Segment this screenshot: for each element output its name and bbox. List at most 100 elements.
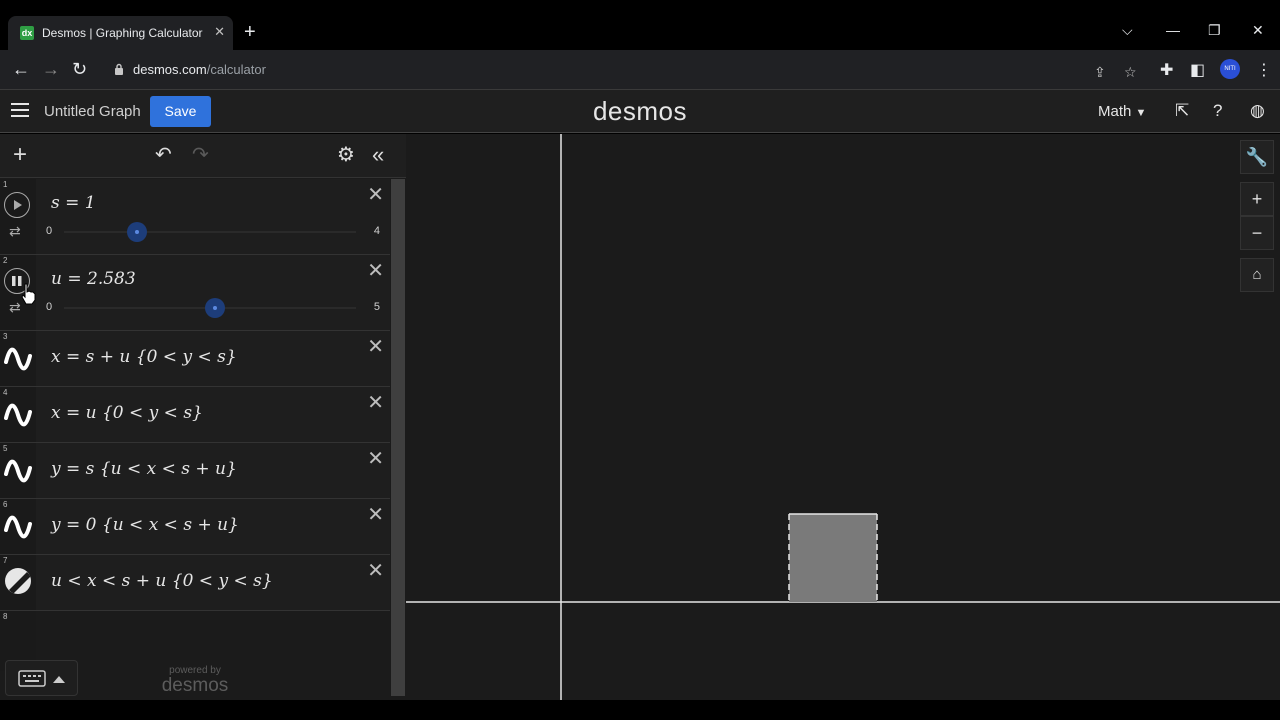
expression-body[interactable]: x = s + u {0 < y < s} ✕ bbox=[36, 331, 390, 386]
expression-gutter: 6 bbox=[0, 499, 36, 554]
zoom-in-icon[interactable]: + bbox=[1240, 182, 1274, 216]
filled-square-region[interactable] bbox=[789, 514, 877, 602]
expression-math[interactable]: y = s {u < x < s + u} bbox=[51, 459, 237, 479]
browser-tab[interactable]: dx Desmos | Graphing Calculator ✕ bbox=[8, 16, 233, 50]
browser-tab-strip: dx Desmos | Graphing Calculator ✕ + ⌵ — … bbox=[0, 0, 1280, 50]
expression-body[interactable]: y = s {u < x < s + u} ✕ bbox=[36, 443, 390, 498]
forward-icon[interactable]: → bbox=[42, 59, 60, 79]
expression-gutter: 1 ⇄ bbox=[0, 179, 36, 254]
keyboard-icon bbox=[18, 670, 46, 687]
expression-panel: + ↶ ↷ ⚙ « 1 ⇄ s = 1 ✕ 0 4 2 ⇄ u = 2.583 … bbox=[0, 134, 406, 700]
expression-row[interactable]: 6 y = 0 {u < x < s + u} ✕ bbox=[0, 499, 390, 555]
address-bar[interactable]: desmos.com/calculator ⇪ ☆ bbox=[104, 55, 1154, 85]
delete-expression-icon[interactable]: ✕ bbox=[367, 185, 384, 205]
expression-row[interactable]: 7 u < x < s + u {0 < y < s} ✕ bbox=[0, 555, 390, 611]
browser-toolbar: ← → ↻ desmos.com/calculator ⇪ ☆ ✚ ◧ NITI… bbox=[0, 50, 1280, 90]
math-menu-dropdown[interactable]: Math ▼ bbox=[1098, 103, 1146, 120]
expression-math[interactable]: u < x < s + u {0 < y < s} bbox=[51, 571, 273, 591]
bookmark-star-icon[interactable]: ☆ bbox=[1124, 64, 1137, 81]
expression-row[interactable]: 1 ⇄ s = 1 ✕ 0 4 bbox=[0, 179, 390, 255]
slider-max[interactable]: 4 bbox=[374, 225, 380, 237]
expression-math[interactable]: u = 2.583 bbox=[51, 269, 136, 289]
expression-body[interactable]: x = u {0 < y < s} ✕ bbox=[36, 387, 390, 442]
url-path: /calculator bbox=[206, 62, 266, 77]
loop-icon[interactable]: ⇄ bbox=[9, 223, 21, 240]
restore-icon[interactable]: ❐ bbox=[1208, 22, 1221, 39]
share-graph-icon[interactable]: ⇱ bbox=[1175, 101, 1189, 121]
expression-math[interactable]: y = 0 {u < x < s + u} bbox=[51, 515, 239, 535]
graph-settings-wrench-icon[interactable]: 🔧 bbox=[1240, 140, 1274, 174]
profile-avatar[interactable]: NITI bbox=[1220, 59, 1240, 79]
settings-gear-icon[interactable]: ⚙ bbox=[337, 145, 355, 165]
expression-math[interactable]: s = 1 bbox=[51, 193, 96, 213]
minimize-icon[interactable]: — bbox=[1166, 22, 1180, 38]
url-host: desmos.com bbox=[133, 62, 207, 77]
slider-max[interactable]: 5 bbox=[374, 301, 380, 313]
expression-scrollbar[interactable] bbox=[390, 179, 406, 700]
screen-bottom-edge bbox=[0, 700, 1280, 720]
side-panel-icon[interactable]: ◧ bbox=[1190, 60, 1205, 80]
zoom-out-icon[interactable]: − bbox=[1240, 216, 1274, 250]
slider-min[interactable]: 0 bbox=[46, 301, 52, 313]
curve-style-icon[interactable] bbox=[3, 344, 33, 374]
expression-index: 5 bbox=[3, 444, 8, 453]
expression-gutter: 5 bbox=[0, 443, 36, 498]
add-item-icon[interactable]: + bbox=[13, 143, 27, 167]
math-menu-label: Math bbox=[1098, 103, 1132, 120]
expression-index: 4 bbox=[3, 388, 8, 397]
extensions-icon[interactable]: ✚ bbox=[1160, 60, 1173, 80]
expression-index: 2 bbox=[3, 256, 8, 265]
desmos-logo: desmos bbox=[592, 96, 688, 126]
window-close-icon[interactable]: ✕ bbox=[1252, 22, 1264, 39]
slider-track[interactable] bbox=[64, 231, 356, 233]
slider-handle[interactable] bbox=[204, 298, 225, 318]
expression-index: 7 bbox=[3, 556, 8, 565]
delete-expression-icon[interactable]: ✕ bbox=[367, 449, 384, 469]
url-text: desmos.com/calculator bbox=[133, 62, 266, 77]
region-fill-icon[interactable] bbox=[5, 568, 31, 594]
curve-style-icon[interactable] bbox=[3, 512, 33, 542]
delete-expression-icon[interactable]: ✕ bbox=[367, 505, 384, 525]
expression-body[interactable]: u = 2.583 ✕ 0 5 bbox=[36, 255, 390, 330]
expression-row[interactable]: 3 x = s + u {0 < y < s} ✕ bbox=[0, 331, 390, 387]
default-viewport-home-icon[interactable]: ⌂ bbox=[1240, 258, 1274, 292]
slider-handle[interactable] bbox=[127, 222, 147, 242]
delete-expression-icon[interactable]: ✕ bbox=[367, 393, 384, 413]
back-icon[interactable]: ← bbox=[12, 59, 30, 79]
play-icon[interactable] bbox=[4, 192, 30, 218]
scrollbar-thumb[interactable] bbox=[391, 179, 405, 696]
expression-math[interactable]: x = u {0 < y < s} bbox=[51, 403, 203, 423]
reload-icon[interactable]: ↻ bbox=[72, 59, 87, 79]
curve-style-icon[interactable] bbox=[3, 456, 33, 486]
delete-expression-icon[interactable]: ✕ bbox=[367, 561, 384, 581]
expression-gutter: 3 bbox=[0, 331, 36, 386]
language-globe-icon[interactable]: ◍ bbox=[1250, 101, 1265, 121]
curve-style-icon[interactable] bbox=[3, 400, 33, 430]
tab-close-icon[interactable]: ✕ bbox=[214, 24, 225, 40]
graph-paper[interactable]: 🔧 + − ⌂ bbox=[406, 134, 1280, 700]
delete-expression-icon[interactable]: ✕ bbox=[367, 261, 384, 281]
help-icon[interactable]: ? bbox=[1213, 101, 1222, 121]
undo-icon[interactable]: ↶ bbox=[155, 145, 172, 165]
keypad-toggle-button[interactable] bbox=[5, 660, 78, 696]
expression-row[interactable]: 5 y = s {u < x < s + u} ✕ bbox=[0, 443, 390, 499]
delete-expression-icon[interactable]: ✕ bbox=[367, 337, 384, 357]
redo-icon[interactable]: ↷ bbox=[192, 145, 209, 165]
slider-min[interactable]: 0 bbox=[46, 225, 52, 237]
new-tab-icon[interactable]: + bbox=[244, 22, 256, 42]
powered-by-desmos[interactable]: powered by desmos bbox=[157, 666, 233, 696]
expression-row[interactable]: 2 ⇄ u = 2.583 ✕ 0 5 bbox=[0, 255, 390, 331]
expression-body[interactable]: y = 0 {u < x < s + u} ✕ bbox=[36, 499, 390, 554]
expression-gutter: 7 bbox=[0, 555, 36, 610]
graph-canvas[interactable] bbox=[406, 134, 1280, 700]
loop-icon[interactable]: ⇄ bbox=[9, 299, 21, 316]
collapse-list-icon[interactable]: « bbox=[372, 144, 384, 166]
desktop: dx Desmos | Graphing Calculator ✕ + ⌵ — … bbox=[0, 0, 1280, 720]
expression-math[interactable]: x = s + u {0 < y < s} bbox=[51, 347, 237, 367]
browser-menu-icon[interactable]: ⋮ bbox=[1256, 60, 1272, 80]
expression-body[interactable]: u < x < s + u {0 < y < s} ✕ bbox=[36, 555, 390, 610]
tab-search-icon[interactable]: ⌵ bbox=[1122, 22, 1133, 39]
share-icon[interactable]: ⇪ bbox=[1094, 64, 1106, 81]
expression-body[interactable]: s = 1 ✕ 0 4 bbox=[36, 179, 390, 254]
expression-row[interactable]: 4 x = u {0 < y < s} ✕ bbox=[0, 387, 390, 443]
